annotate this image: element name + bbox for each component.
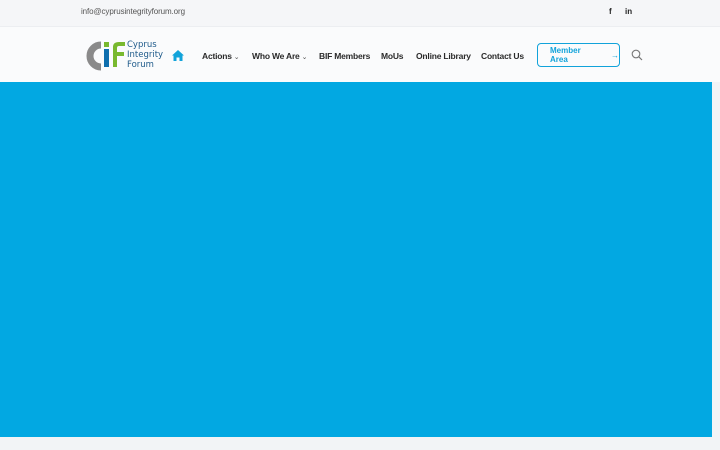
nav-item-mous[interactable]: MoUs [381,51,404,61]
top-bar: info@cyprusintegrityforum.org f in [0,0,720,26]
home-icon[interactable] [172,50,184,61]
nav-item-online-library[interactable]: Online Library [416,51,471,61]
cif-logo-mark [86,41,125,71]
scrollbar[interactable] [712,82,720,450]
hero-banner [0,82,712,437]
member-area-button[interactable]: Member Area → [537,43,620,67]
linkedin-icon[interactable]: in [625,7,632,16]
contact-email[interactable]: info@cyprusintegrityforum.org [81,7,185,16]
nav-item-bif-members[interactable]: BIF Members [319,51,370,61]
site-header: Cyprus Integrity Forum Actions ⌄ Who We A… [0,26,720,82]
logo-line-3: Forum [127,60,154,70]
logo-line-1: Cyprus [127,40,157,50]
search-icon[interactable] [631,49,643,61]
nav-label: Who We Are [252,51,300,61]
chevron-down-icon: ⌄ [301,54,308,61]
logo-line-2: Integrity [127,50,164,60]
nav-item-actions[interactable]: Actions ⌄ [202,51,240,61]
member-area-label: Member Area [550,46,581,64]
nav-item-who-we-are[interactable]: Who We Are ⌄ [252,51,307,61]
arrow-right-icon: → [611,50,619,60]
nav-label: Actions [202,51,232,61]
facebook-icon[interactable]: f [609,7,612,16]
nav-item-contact-us[interactable]: Contact Us [481,51,524,61]
logo-text: Cyprus Integrity Forum [127,40,163,70]
chevron-down-icon: ⌄ [233,54,240,61]
